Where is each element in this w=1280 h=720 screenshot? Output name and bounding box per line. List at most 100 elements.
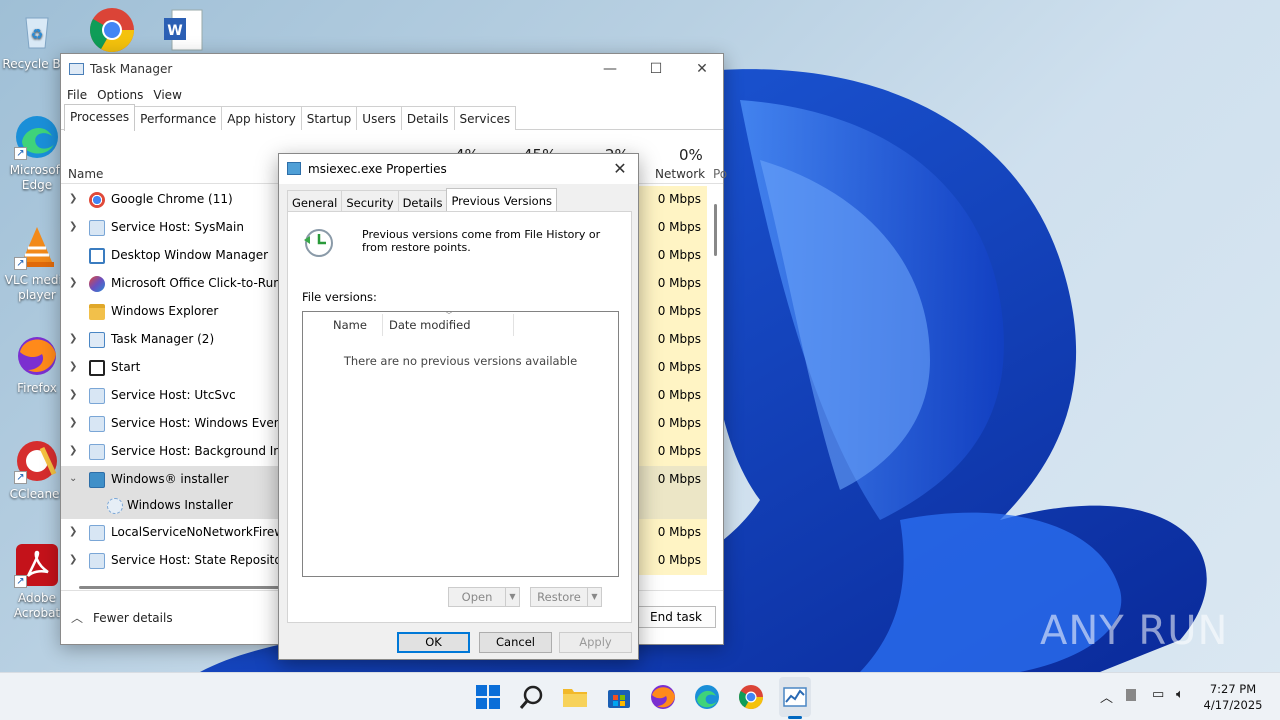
tab-users[interactable]: Users — [356, 106, 402, 130]
network-value: 0 Mbps — [639, 519, 707, 547]
process-name: Service Host: Windows Event Lo — [111, 416, 304, 430]
gear-icon — [89, 444, 105, 460]
task-manager-icon[interactable] — [781, 683, 809, 711]
tab-startup[interactable]: Startup — [300, 106, 358, 130]
tab-app-history[interactable]: App history — [221, 106, 302, 130]
dialog-title: msiexec.exe Properties — [308, 162, 447, 176]
tab-processes[interactable]: Processes — [64, 104, 136, 131]
file-versions-list[interactable]: Name Date modified ﹀ There are no previo… — [302, 311, 619, 577]
tab-services[interactable]: Services — [453, 106, 517, 130]
network-percent[interactable]: 0% — [679, 146, 703, 164]
network-value: 0 Mbps — [639, 186, 707, 214]
edge-icon: ↗ — [14, 114, 60, 160]
fewer-details-link[interactable]: ︿ Fewer details — [71, 609, 173, 626]
list-header-date-modified[interactable]: Date modified — [389, 312, 471, 336]
chevron-down-icon[interactable]: ⌄ — [69, 473, 77, 484]
word-document-icon[interactable]: W — [160, 8, 206, 54]
chevron-right-icon[interactable]: ❯ — [69, 389, 77, 400]
ccleaner-icon: ↗ — [14, 438, 60, 484]
process-name: Task Manager (2) — [111, 332, 215, 346]
search-icon[interactable] — [518, 683, 546, 711]
open-button[interactable]: Open ▼ — [448, 587, 520, 607]
scrollbar-thumb[interactable] — [714, 204, 717, 256]
maximize-button[interactable]: ☐ — [633, 54, 679, 84]
tab-security[interactable]: Security — [341, 190, 399, 211]
process-name: Start — [111, 360, 141, 374]
chevron-right-icon[interactable]: ❯ — [69, 554, 77, 565]
process-name: Microsoft Office Click-to-Run (2 — [111, 276, 297, 290]
tab-details[interactable]: Details — [400, 106, 455, 130]
menu-view[interactable]: View — [153, 84, 187, 106]
start-button[interactable] — [474, 683, 502, 711]
volume-icon[interactable]: 🔈︎ — [1176, 687, 1184, 702]
process-name: Windows® installer — [111, 472, 229, 486]
clock[interactable]: 7:27 PM 4/17/2025 — [1198, 681, 1268, 713]
network-value: 0 Mbps — [639, 410, 707, 438]
process-name: Service Host: UtcSvc — [111, 388, 236, 402]
anyrun-watermark: ANY RUN — [1040, 608, 1229, 654]
tab-general[interactable]: General — [287, 190, 343, 211]
folder-icon — [89, 304, 105, 320]
vertical-scrollbar[interactable] — [709, 186, 723, 582]
column-power[interactable]: Po — [713, 167, 727, 181]
chevron-down-icon[interactable]: ▼ — [505, 588, 519, 606]
task-manager-icon — [69, 63, 84, 75]
restore-button[interactable]: Restore ▼ — [530, 587, 602, 607]
tab-strip: Processes Performance App history Startu… — [61, 104, 723, 131]
task-manager-titlebar[interactable]: Task Manager — ☐ ✕ — [61, 54, 723, 84]
apply-button[interactable]: Apply — [559, 632, 632, 653]
svg-text:W: W — [167, 23, 182, 39]
network-icon[interactable]: ▭ — [1152, 687, 1164, 702]
file-explorer-icon[interactable] — [561, 683, 589, 711]
chrome-icon[interactable] — [737, 683, 765, 711]
minimize-button[interactable]: — — [587, 54, 633, 84]
dialog-titlebar[interactable]: msiexec.exe Properties ✕ — [279, 154, 638, 184]
close-button[interactable]: ✕ — [608, 158, 632, 180]
chevron-right-icon[interactable]: ❯ — [69, 277, 77, 288]
close-button[interactable]: ✕ — [679, 54, 725, 84]
column-name[interactable]: Name — [68, 167, 103, 181]
tray-app-icon[interactable] — [1126, 689, 1136, 701]
gear-icon — [89, 388, 105, 404]
previous-versions-description: Previous versions come from File History… — [362, 228, 601, 254]
chevron-up-icon[interactable]: ︿ — [1100, 687, 1113, 706]
edge-icon[interactable] — [693, 683, 721, 711]
properties-dialog: msiexec.exe Properties ✕ General Securit… — [278, 153, 639, 660]
list-header-name[interactable]: Name — [333, 312, 367, 336]
taskbar: ︿ ▭ 🔈︎ 7:27 PM 4/17/2025 — [0, 672, 1280, 720]
chevron-right-icon[interactable]: ❯ — [69, 221, 77, 232]
column-network[interactable]: Network — [655, 167, 705, 181]
gear-icon — [89, 553, 105, 569]
column-divider — [513, 314, 514, 336]
gear-icon — [89, 220, 105, 236]
process-name: Windows Explorer — [111, 304, 219, 318]
process-name: Service Host: Background Intelli — [111, 444, 303, 458]
end-task-button[interactable]: End task — [636, 606, 716, 628]
process-name: Google Chrome (11) — [111, 192, 233, 206]
chevron-right-icon[interactable]: ❯ — [69, 445, 77, 456]
cancel-button[interactable]: Cancel — [479, 632, 552, 653]
network-cell — [639, 494, 707, 519]
horizontal-scrollbar[interactable] — [79, 586, 279, 589]
firefox-icon[interactable] — [649, 683, 677, 711]
menu-options[interactable]: Options — [97, 84, 149, 106]
ok-button[interactable]: OK — [397, 632, 470, 653]
process-name: Service Host: SysMain — [111, 220, 244, 234]
store-icon[interactable] — [605, 683, 633, 711]
chevron-right-icon[interactable]: ❯ — [69, 333, 77, 344]
network-value: 0 Mbps — [639, 214, 707, 242]
chrome-icon[interactable] — [88, 6, 136, 54]
tab-previous-versions[interactable]: Previous Versions — [446, 188, 557, 212]
menu-file[interactable]: File — [67, 84, 93, 106]
tab-performance[interactable]: Performance — [134, 106, 223, 130]
chevron-right-icon[interactable]: ❯ — [69, 417, 77, 428]
tab-details[interactable]: Details — [397, 190, 448, 211]
recycle-bin-icon: ♻ — [14, 8, 60, 54]
chevron-right-icon[interactable]: ❯ — [69, 193, 77, 204]
window-icon — [89, 248, 105, 264]
network-value: 0 Mbps — [639, 547, 707, 575]
chevron-right-icon[interactable]: ❯ — [69, 361, 77, 372]
chevron-down-icon[interactable]: ▼ — [587, 588, 601, 606]
chevron-right-icon[interactable]: ❯ — [69, 526, 77, 537]
clock-date: 4/17/2025 — [1203, 698, 1263, 712]
